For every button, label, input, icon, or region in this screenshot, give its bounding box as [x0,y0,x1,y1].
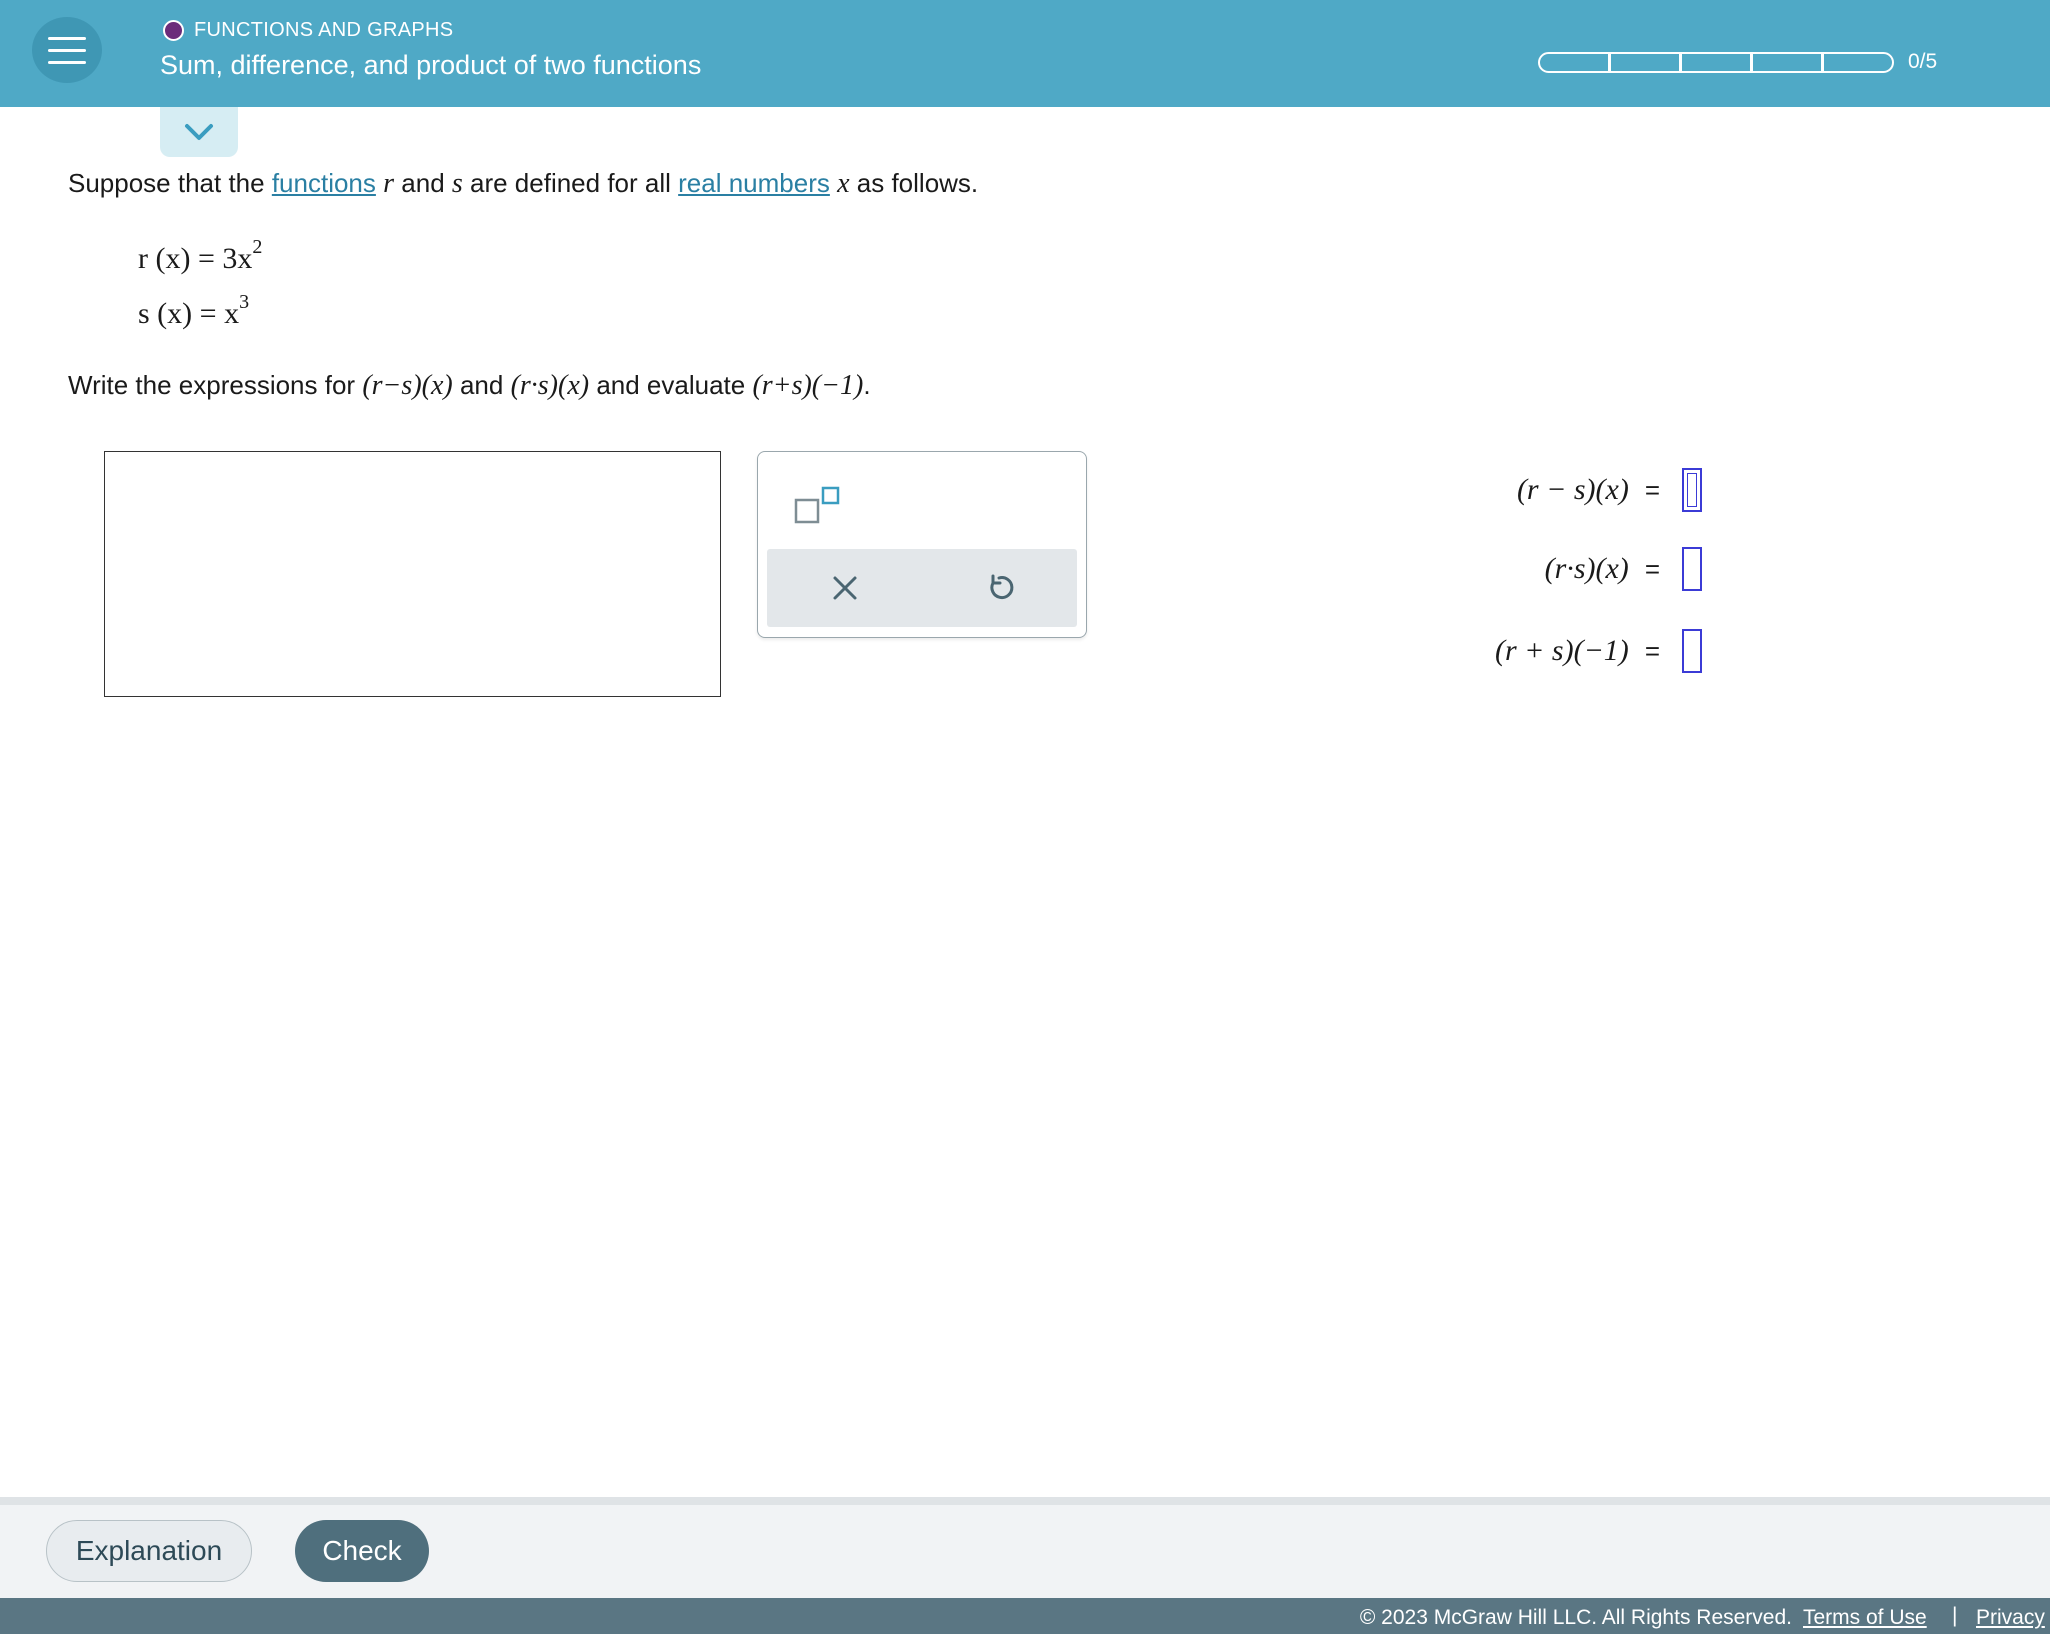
x-icon [833,576,856,600]
answer-input-difference[interactable] [1682,468,1702,512]
answer-label-sum: (r + s)(−1) [1495,634,1629,667]
instruction-text: and evaluate [589,370,753,400]
keypad-action-bar [767,549,1077,627]
progress-segment [1609,52,1681,73]
privacy-link[interactable]: Privacy [1976,1606,2045,1630]
answer-row-product: (r·s)(x) = [1545,544,1702,594]
progress-segment [1538,52,1610,73]
terms-of-use-link[interactable]: Terms of Use [1803,1606,1927,1630]
exponent-template-icon [794,486,840,524]
page-title: Sum, difference, and product of two func… [160,50,702,80]
collapse-header-button[interactable] [160,107,238,157]
var-s: s [451,168,463,199]
answer-input-product[interactable] [1682,547,1702,591]
hamburger-icon-line [48,60,86,64]
expr-sum: (r+s)(−1) [752,370,864,401]
var-x: x [837,168,850,199]
definition-r-text: r (x) = 3x [138,242,253,275]
topic-label: FUNCTIONS AND GRAPHS [194,19,454,41]
intro-text: Suppose that the [68,168,272,198]
intro-text: and [394,168,452,198]
explanation-button[interactable]: Explanation [46,1520,252,1582]
answer-box [104,451,721,697]
progress-bar [1538,52,1894,73]
expr-difference: (r−s)(x) [362,370,453,401]
definition-r-exponent: 2 [252,236,263,258]
top-header-bar: FUNCTIONS AND GRAPHS Sum, difference, an… [0,0,2050,107]
exponent-button[interactable] [790,482,850,532]
equals-sign: = [1644,474,1660,505]
answer-row-difference: (r − s)(x) = [1517,465,1702,515]
progress-segment [1680,52,1752,73]
hamburger-icon-line [48,48,86,52]
chevron-down-icon [185,124,213,140]
progress-segment [1822,52,1894,73]
functions-link[interactable]: functions [272,168,376,198]
undo-button[interactable] [922,549,1077,627]
problem-instruction: Write the expressions for (r−s)(x) and (… [68,370,871,402]
clear-button[interactable] [767,549,922,627]
definition-s-text: s (x) = x [138,297,240,330]
definition-r: r (x) = 3x2 [138,236,262,276]
menu-button[interactable] [32,17,102,83]
expr-product: (r·s)(x) [510,370,590,401]
instruction-text: and [452,370,511,400]
intro-text: as follows. [849,168,979,198]
equals-sign: = [1644,553,1660,584]
definition-s: s (x) = x3 [138,291,249,331]
answer-label-difference: (r − s)(x) [1516,473,1629,506]
topic-row: FUNCTIONS AND GRAPHS [163,19,453,42]
answer-row-sum: (r + s)(−1) = [1495,626,1702,676]
answer-label-product: (r·s)(x) [1544,552,1629,585]
topic-status-dot-icon [163,20,184,41]
intro-text: are defined for all [462,168,679,198]
progress-segment [1751,52,1823,73]
legal-bar: © 2023 McGraw Hill LLC. All Rights Reser… [0,1598,2050,1634]
var-r: r [383,168,395,199]
answer-input-sum[interactable] [1682,629,1702,673]
check-button[interactable]: Check [295,1520,429,1582]
link-separator: | [1952,1604,1958,1627]
problem-intro: Suppose that the functions r and s are d… [68,168,978,200]
math-keypad [757,451,1087,638]
equals-sign: = [1644,635,1660,666]
instruction-text: Write the expressions for [68,370,363,400]
footer-divider [0,1497,2050,1505]
definition-s-exponent: 3 [239,291,250,313]
instruction-text: . [863,370,871,400]
real-numbers-link[interactable]: real numbers [678,168,830,198]
undo-icon [989,574,1013,600]
progress-count: 0/5 [1908,50,1938,73]
copyright-text: © 2023 McGraw Hill LLC. All Rights Reser… [1359,1606,1792,1629]
hamburger-icon-line [48,36,86,40]
